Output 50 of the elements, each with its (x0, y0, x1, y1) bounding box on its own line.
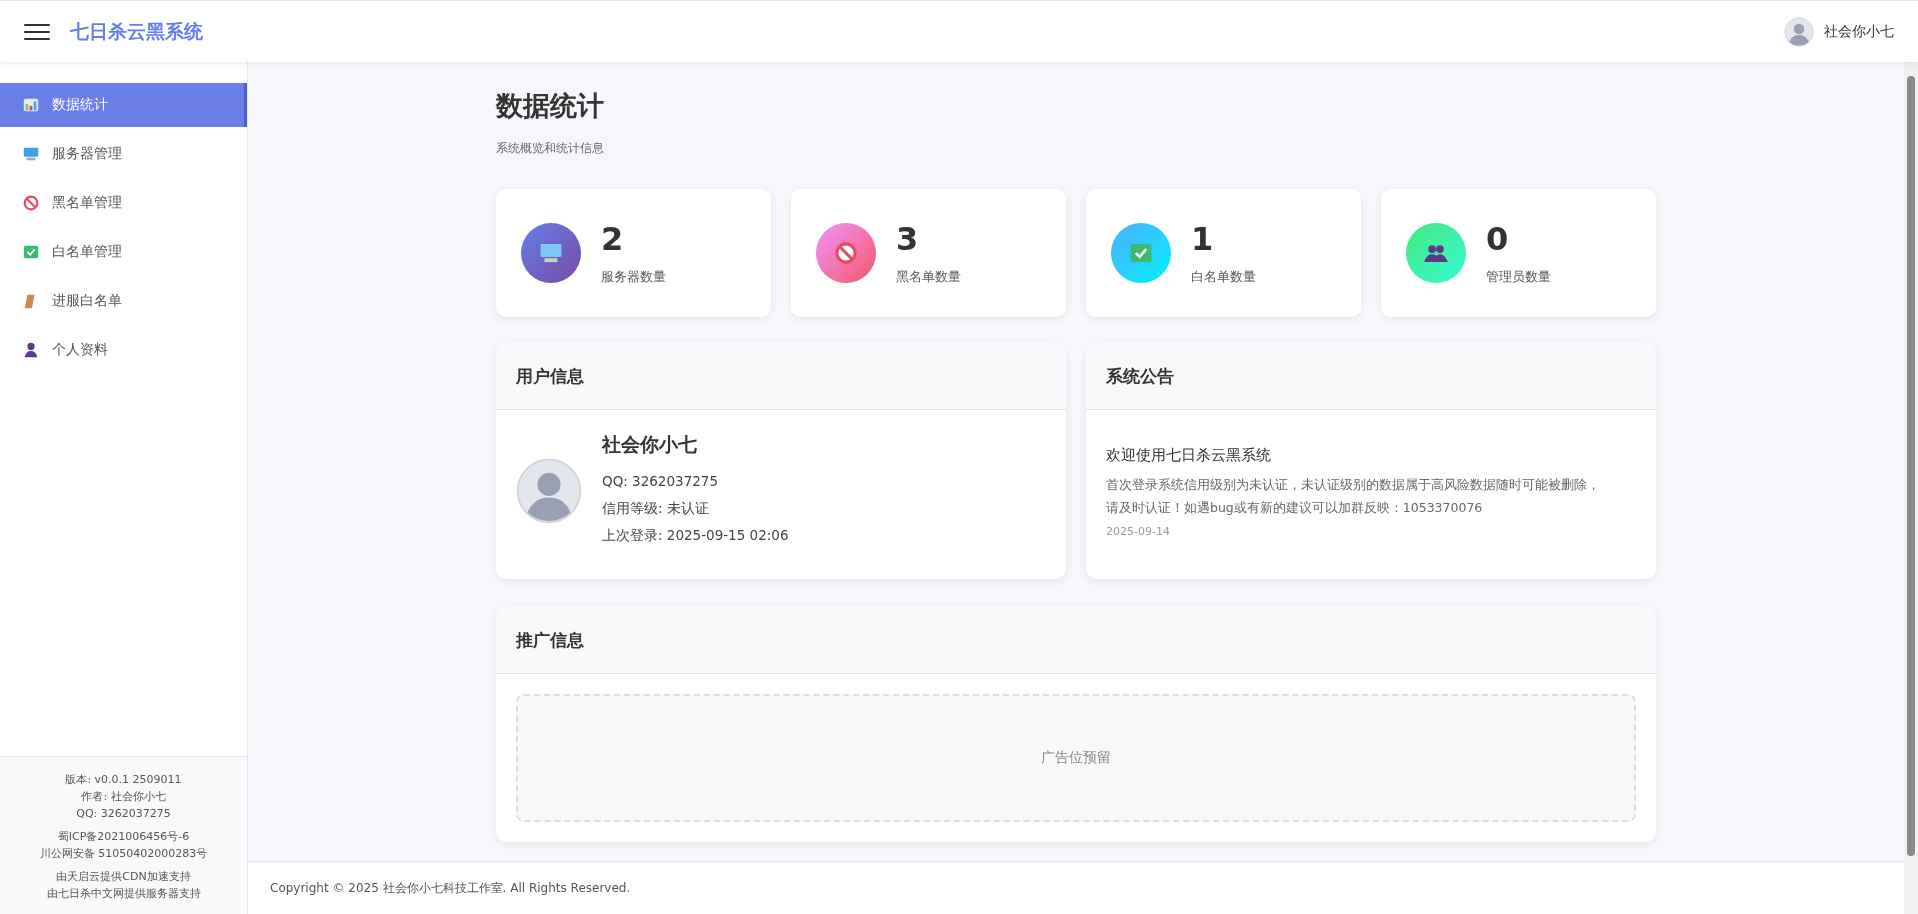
monitor-icon (22, 145, 40, 163)
card-title: 系统公告 (1106, 364, 1174, 388)
stat-label: 白名单数量 (1191, 268, 1256, 286)
footer-info-text: 由七日杀中文网提供服务器支持 (46, 886, 201, 902)
profile-detail: QQ: 3262037275 (602, 472, 719, 491)
footer-info-text: 作者: 社会你小七 (80, 789, 167, 805)
stat-label: 管理员数量 (1486, 268, 1551, 286)
profile-detail: 信用等级: 未认证 (602, 499, 710, 518)
announcement-date: 2025-09-14 (1106, 525, 1171, 538)
stat-value: 1 (1191, 220, 1215, 258)
stat-value: 0 (1486, 220, 1510, 258)
app-title: 七日杀云黑系统 (70, 18, 203, 44)
stat-label: 服务器数量 (601, 268, 666, 286)
nav-item[interactable]: 白名单管理 (0, 230, 247, 274)
page-subtitle: 系统概览和统计信息 (496, 140, 605, 157)
prohibited-icon (816, 223, 876, 283)
stat-label: 黑名单数量 (896, 268, 961, 286)
nav-item[interactable]: 黑名单管理 (0, 181, 247, 225)
person-icon (22, 341, 40, 359)
prohibited-icon (22, 194, 40, 212)
page-title: 数据统计 (496, 89, 605, 123)
stat-value: 2 (601, 220, 625, 258)
profile-detail: 上次登录: 2025-09-15 02:06 (602, 526, 789, 545)
footer-info-text: 由天启云提供CDN加速支持 (55, 869, 192, 885)
profile-name: 社会你小七 (602, 432, 698, 457)
copyright-text: Copyright © 2025 社会你小七科技工作室. All Rights Reserved. (248, 861, 1904, 914)
people-icon (1406, 223, 1466, 283)
monitor-icon (521, 223, 581, 283)
footer-info-text: 版本: v0.0.1 2509011 (65, 772, 182, 788)
user-avatar (1784, 16, 1814, 47)
nav-item[interactable]: 服务器管理 (0, 132, 247, 176)
check-box-icon (1111, 223, 1171, 283)
scrollbar-thumb[interactable] (1907, 76, 1915, 856)
stat-value: 3 (896, 220, 920, 258)
nav-item[interactable]: 个人资料 (0, 328, 247, 372)
announcement-text: 首次登录系统信用级别为未认证，未认证级别的数据属于高风险数据随时可能被删除，请及时认证！如遇bug或有新的建议可以加群反映：1053370076 (1106, 476, 1601, 517)
user-name: 社会你小七 (1824, 22, 1894, 41)
check-box-icon (22, 243, 40, 261)
profile-avatar (516, 457, 582, 524)
footer-info-text: QQ: 3262037275 (75, 806, 172, 822)
card-title: 推广信息 (516, 628, 584, 652)
card-title: 用户信息 (516, 364, 584, 388)
announcement-heading: 欢迎使用七日杀云黑系统 (1106, 446, 1272, 465)
nav-item[interactable]: 进服白名单 (0, 279, 247, 323)
footer-info-text: 蜀ICP备2021006456号-6 (56, 829, 191, 845)
nav-item[interactable]: 数据统计 (0, 83, 247, 127)
scrollbar[interactable] (1904, 62, 1918, 914)
footer-info-text: 川公网安备 51050402000283号 (39, 846, 208, 862)
ad-space-banner: 广告位预留 (516, 694, 1636, 822)
bar-chart-icon (22, 96, 40, 114)
